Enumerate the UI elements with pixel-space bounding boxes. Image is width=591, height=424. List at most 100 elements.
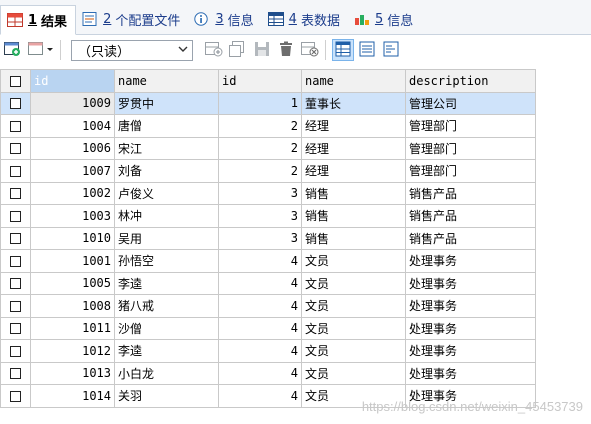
text-view-button[interactable] <box>380 39 402 61</box>
cell-name[interactable]: 刘备 <box>114 159 219 183</box>
table-row[interactable]: 1008 猪八戒 4 文员 处理事务 <box>0 294 536 318</box>
cell-name[interactable]: 李逵 <box>114 271 219 295</box>
cell-id[interactable]: 1009 <box>30 91 115 115</box>
tab-profiles[interactable]: 2 个配置文件 <box>76 4 188 34</box>
column-header-name-2[interactable]: name <box>301 69 406 93</box>
table-row[interactable]: 1002 卢俊义 3 销售 销售产品 <box>0 181 536 205</box>
cell-id[interactable]: 1003 <box>30 204 115 228</box>
cell-position-name[interactable]: 经理 <box>301 114 406 138</box>
cell-position-name[interactable]: 文员 <box>301 271 406 295</box>
cell-description[interactable]: 处理事务 <box>405 271 536 295</box>
delete-button[interactable] <box>275 39 297 61</box>
cell-position-name[interactable]: 文员 <box>301 339 406 363</box>
cell-id[interactable]: 1014 <box>30 384 115 408</box>
cell-name[interactable]: 吴用 <box>114 226 219 250</box>
save-button[interactable] <box>251 39 273 61</box>
row-checkbox[interactable] <box>0 91 31 115</box>
import-button[interactable] <box>26 39 56 61</box>
cell-id[interactable]: 1006 <box>30 136 115 160</box>
table-row[interactable]: 1003 林冲 3 销售 销售产品 <box>0 204 536 228</box>
table-row[interactable]: 1006 宋江 2 经理 管理部门 <box>0 136 536 160</box>
column-header-name[interactable]: name <box>114 69 219 93</box>
column-header-id-2[interactable]: id <box>218 69 302 93</box>
cell-description[interactable]: 管理部门 <box>405 114 536 138</box>
table-row[interactable]: 1011 沙僧 4 文员 处理事务 <box>0 316 536 340</box>
cell-description[interactable]: 管理部门 <box>405 136 536 160</box>
table-row[interactable]: 1007 刘备 2 经理 管理部门 <box>0 159 536 183</box>
cell-description[interactable]: 管理部门 <box>405 159 536 183</box>
table-row[interactable]: 1009 罗贯中 1 董事长 管理公司 <box>0 91 536 115</box>
insert-row-button[interactable] <box>203 39 225 61</box>
cell-position-id[interactable]: 3 <box>218 226 302 250</box>
cell-position-id[interactable]: 4 <box>218 384 302 408</box>
cell-name[interactable]: 关羽 <box>114 384 219 408</box>
cell-id[interactable]: 1002 <box>30 181 115 205</box>
cell-description[interactable]: 销售产品 <box>405 226 536 250</box>
cell-description[interactable]: 处理事务 <box>405 361 536 385</box>
cell-position-name[interactable]: 销售 <box>301 181 406 205</box>
table-row[interactable]: 1001 孙悟空 4 文员 处理事务 <box>0 249 536 273</box>
cell-name[interactable]: 猪八戒 <box>114 294 219 318</box>
row-checkbox[interactable] <box>0 159 31 183</box>
cell-id[interactable]: 1001 <box>30 249 115 273</box>
cell-id[interactable]: 1007 <box>30 159 115 183</box>
cell-id[interactable]: 1012 <box>30 339 115 363</box>
row-checkbox[interactable] <box>0 316 31 340</box>
tab-table-data[interactable]: 4 表数据 <box>262 4 348 34</box>
row-checkbox[interactable] <box>0 204 31 228</box>
cell-position-name[interactable]: 文员 <box>301 361 406 385</box>
cell-position-id[interactable]: 4 <box>218 271 302 295</box>
form-view-button[interactable] <box>356 39 378 61</box>
cell-position-id[interactable]: 4 <box>218 339 302 363</box>
cell-position-name[interactable]: 文员 <box>301 249 406 273</box>
cell-position-id[interactable]: 2 <box>218 136 302 160</box>
column-header-id[interactable]: id <box>30 69 115 93</box>
cell-description[interactable]: 管理公司 <box>405 91 536 115</box>
tab-info[interactable]: 3 信息 <box>188 4 261 34</box>
cell-position-name[interactable]: 文员 <box>301 294 406 318</box>
tab-results[interactable]: 1 结果 <box>0 5 77 35</box>
cell-description[interactable]: 处理事务 <box>405 294 536 318</box>
row-checkbox[interactable] <box>0 249 31 273</box>
cell-position-id[interactable]: 2 <box>218 114 302 138</box>
cell-position-id[interactable]: 4 <box>218 294 302 318</box>
cell-position-name[interactable]: 经理 <box>301 136 406 160</box>
cell-position-name[interactable]: 销售 <box>301 204 406 228</box>
table-row[interactable]: 1013 小白龙 4 文员 处理事务 <box>0 361 536 385</box>
cell-id[interactable]: 1005 <box>30 271 115 295</box>
row-checkbox[interactable] <box>0 226 31 250</box>
cell-description[interactable]: 处理事务 <box>405 339 536 363</box>
tab-history-info[interactable]: 5 信息 <box>348 4 421 34</box>
cell-name[interactable]: 卢俊义 <box>114 181 219 205</box>
column-header-description[interactable]: description <box>405 69 536 93</box>
table-row[interactable]: 1004 唐僧 2 经理 管理部门 <box>0 114 536 138</box>
row-checkbox[interactable] <box>0 271 31 295</box>
cell-name[interactable]: 李逵 <box>114 339 219 363</box>
cell-name[interactable]: 唐僧 <box>114 114 219 138</box>
cell-id[interactable]: 1008 <box>30 294 115 318</box>
cell-name[interactable]: 沙僧 <box>114 316 219 340</box>
row-checkbox[interactable] <box>0 181 31 205</box>
cell-position-id[interactable]: 4 <box>218 361 302 385</box>
row-checkbox[interactable] <box>0 114 31 138</box>
cell-position-id[interactable]: 1 <box>218 91 302 115</box>
cell-name[interactable]: 罗贯中 <box>114 91 219 115</box>
cell-position-id[interactable]: 4 <box>218 249 302 273</box>
cell-id[interactable]: 1013 <box>30 361 115 385</box>
cell-name[interactable]: 宋江 <box>114 136 219 160</box>
cell-position-name[interactable]: 董事长 <box>301 91 406 115</box>
cell-name[interactable]: 林冲 <box>114 204 219 228</box>
cell-id[interactable]: 1011 <box>30 316 115 340</box>
table-row[interactable]: 1010 吴用 3 销售 销售产品 <box>0 226 536 250</box>
row-checkbox[interactable] <box>0 384 31 408</box>
cell-position-id[interactable]: 3 <box>218 181 302 205</box>
row-checkbox[interactable] <box>0 339 31 363</box>
cell-name[interactable]: 小白龙 <box>114 361 219 385</box>
cell-position-name[interactable]: 经理 <box>301 159 406 183</box>
cell-position-id[interactable]: 4 <box>218 316 302 340</box>
row-checkbox[interactable] <box>0 136 31 160</box>
cell-description[interactable]: 销售产品 <box>405 204 536 228</box>
cell-description[interactable]: 处理事务 <box>405 249 536 273</box>
cell-position-name[interactable]: 销售 <box>301 226 406 250</box>
cell-position-id[interactable]: 2 <box>218 159 302 183</box>
